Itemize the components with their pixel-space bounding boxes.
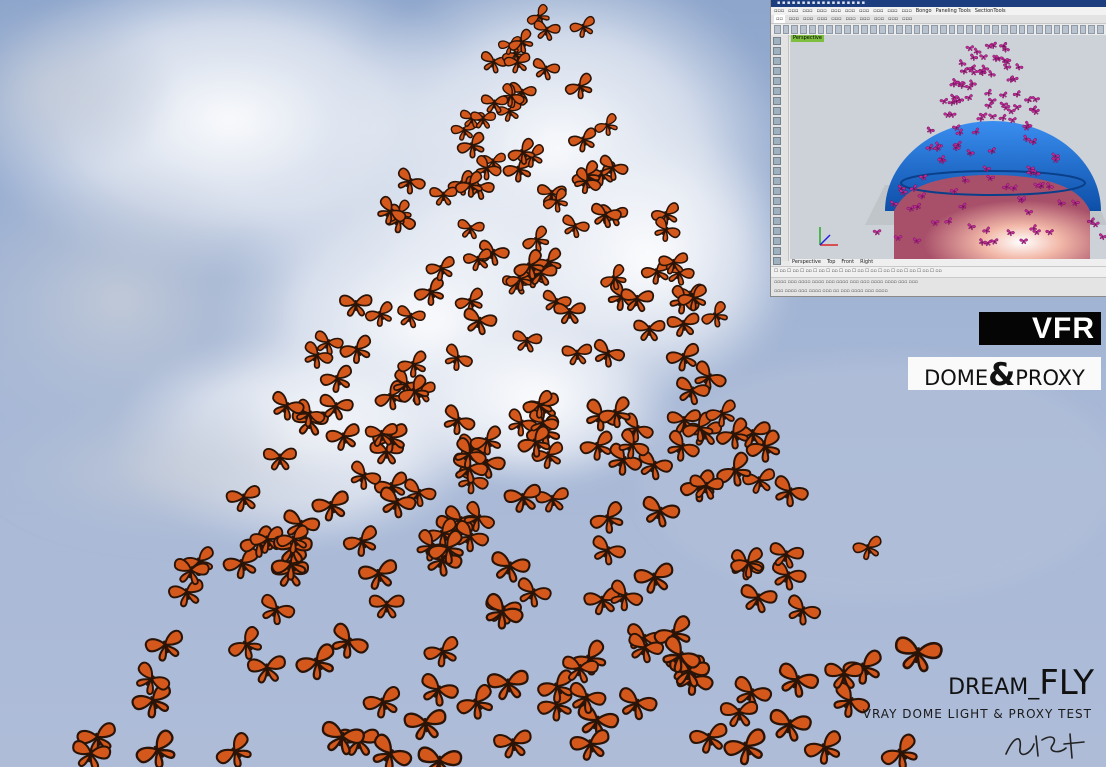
dream-fly-title: DREAM_FLY	[948, 663, 1094, 703]
inset-viewport: Perspective	[790, 35, 1106, 259]
subtitle: VRAY DOME LIGHT & PROXY TEST	[862, 707, 1092, 721]
viewport-label[interactable]: Perspective	[791, 35, 824, 42]
inset-osnap-bar: ☐ ▫▫ ☐ ▫▫ ☐ ▫▫ ☐ ▫▫ ☐ ▫▫ ☐ ▫▫ ☐ ▫▫ ☐ ▫▫ …	[771, 266, 1106, 277]
proxy-word: PROXY	[1015, 366, 1085, 390]
vfr-text: VFR	[1032, 312, 1095, 345]
vfr-label: VFR	[979, 312, 1101, 345]
menu-item-paneling-tools: Paneling Tools	[935, 8, 971, 14]
inset-titlebar: ▪ ▪ ▪ ▪ ▪ ▪ ▪ ▪ ▪ ▪ ▪ ▪ ▪ ▪ ▪ ▪ ▪ ▪	[771, 0, 1106, 7]
tab-top[interactable]: Top	[827, 259, 835, 266]
dome-proxy-render	[790, 35, 1106, 259]
inset-sidebar	[771, 35, 789, 295]
signature-mark	[1005, 733, 1085, 759]
viewport-tabs: Perspective Top Front Right	[790, 259, 1106, 266]
inset-tabbar: ▫▫ ▫▫▫ ▫▫▫ ▫▫▫ ▫▫▫ ▫▫▫ ▫▫▫ ▫▫▫ ▫▫▫ ▫▫▫	[771, 15, 1106, 24]
inset-statusbar: ▫▫▫▫ ▫▫▫ ▫▫▫▫ ▫▫▫▫ ▫▫▫ ▫▫▫▫ ▫▫▫ ▫▫▫ ▫▫▫▫…	[771, 277, 1106, 296]
cad-screenshot-inset: ▪ ▪ ▪ ▪ ▪ ▪ ▪ ▪ ▪ ▪ ▪ ▪ ▪ ▪ ▪ ▪ ▪ ▪ ▫▫▫ ▫…	[770, 0, 1106, 297]
menu-item-sectiontools: SectionTools	[974, 8, 1006, 14]
tab-perspective[interactable]: Perspective	[792, 259, 821, 266]
fly-word: FLY	[1039, 663, 1094, 703]
dome-proxy-label: DOME&PROXY	[908, 357, 1101, 393]
dream-prefix: DREAM_	[948, 675, 1040, 700]
inset-menubar: ▫▫▫ ▫▫▫ ▫▫▫ ▫▫▫ ▫▫▫ ▫▫▫ ▫▫▫ ▫▫▫ ▫▫▫ ▫▫▫ Bongo Pan…	[771, 7, 1106, 15]
dome-word: DOME	[924, 366, 989, 390]
ampersand: &	[988, 357, 1016, 393]
menu-item-bongo: Bongo	[915, 8, 932, 14]
tab-front[interactable]: Front	[841, 259, 854, 266]
tab-right[interactable]: Right	[860, 259, 873, 266]
